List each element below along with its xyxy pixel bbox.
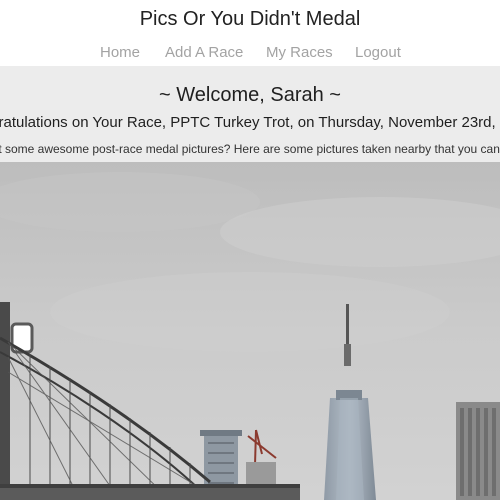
city-skyline-with-bridge-photo	[0, 162, 500, 500]
nav-my-races-link[interactable]: My Races	[266, 44, 333, 61]
nav-add-race-link[interactable]: Add A Race	[165, 44, 243, 61]
site-title: Pics Or You Didn't Medal	[139, 8, 361, 30]
nav-home-link[interactable]: Home	[100, 44, 140, 61]
welcome-heading: ~ Welcome, Sarah ~	[159, 84, 341, 106]
site-header: Pics Or You Didn't Medal Home Add A Race…	[0, 0, 500, 66]
nearby-photo[interactable]	[0, 162, 500, 500]
main-nav: Home Add A Race My Races Logout	[0, 44, 500, 64]
nav-logout-link[interactable]: Logout	[355, 44, 401, 61]
race-congrats-text: Congratulations on Your Race, PPTC Turke…	[0, 114, 500, 131]
right-building	[456, 402, 500, 500]
welcome-section: ~ Welcome, Sarah ~ Congratulations on Yo…	[0, 66, 500, 162]
pictures-prompt-text: Want some awesome post-race medal pictur…	[0, 142, 500, 156]
